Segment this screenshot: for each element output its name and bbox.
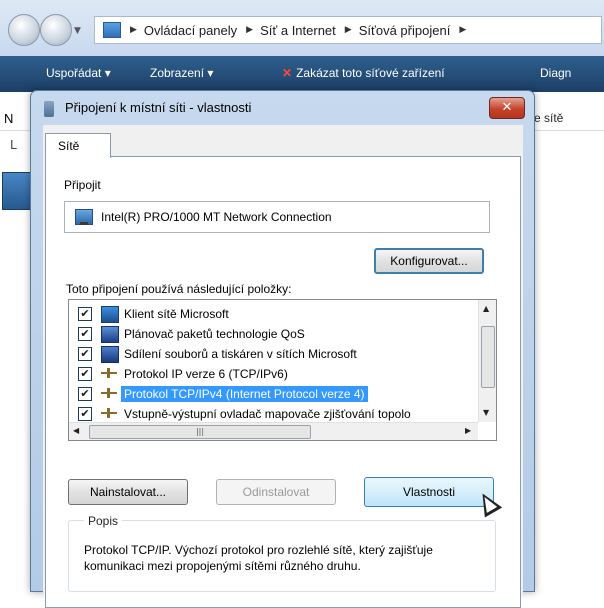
disable-device-button[interactable]: ✕ Zakázat toto síťové zařízení — [282, 66, 445, 80]
list-item[interactable]: ✔ Vstupně-výstupní ovladač mapovače zjiš… — [69, 404, 478, 424]
connection-item-icon[interactable] — [2, 172, 32, 210]
list-item[interactable]: ✔ Klient sítě Microsoft — [69, 304, 478, 324]
horizontal-scrollbar[interactable]: ◀ ||| ▶ — [69, 422, 478, 440]
adapter-field: Intel(R) PRO/1000 MT Network Connection — [64, 201, 490, 233]
name-column-header[interactable]: N — [4, 111, 13, 126]
breadcrumb-network-connections[interactable]: Síťová připojení — [359, 23, 451, 38]
checkbox[interactable]: ✔ — [78, 327, 92, 341]
connect-using-label: Připojit — [64, 178, 101, 192]
item-label: Klient sítě Microsoft — [124, 307, 229, 321]
disable-device-label: Zakázat toto síťové zařízení — [296, 66, 445, 80]
file-sharing-icon — [101, 346, 119, 363]
chevron-right-icon: ▶ — [459, 25, 467, 35]
recent-pages-dropdown-icon[interactable]: ▼ — [74, 26, 81, 36]
description-title: Popis — [84, 514, 123, 528]
item-label: Protokol IP verze 6 (TCP/IPv6) — [124, 367, 288, 381]
configure-button[interactable]: Konfigurovat... — [374, 248, 484, 274]
description-text: Protokol TCP/IP. Výchozí protokol pro ro… — [84, 543, 433, 573]
item-label: Sdílení souborů a tiskáren v sítích Micr… — [124, 347, 357, 361]
item-label: Plánovač paketů technologie QoS — [124, 327, 305, 341]
group-header-fragment: L — [10, 138, 17, 152]
list-item[interactable]: ✔ Sdílení souborů a tiskáren v sítích Mi… — [69, 344, 478, 364]
forward-button[interactable] — [40, 14, 72, 46]
tab-label: Sítě — [58, 139, 80, 153]
install-button[interactable]: Nainstalovat... — [68, 479, 188, 505]
item-label: Protokol TCP/IPv4 (Internet Protocol ver… — [121, 386, 368, 402]
list-item[interactable]: ✔ Protokol IP verze 6 (TCP/IPv6) — [69, 364, 478, 384]
disable-icon: ✕ — [282, 66, 293, 80]
list-item-selected[interactable]: ✔ Protokol TCP/IPv4 (Internet Protocol v… — [69, 384, 478, 404]
checkbox[interactable]: ✔ — [78, 347, 92, 361]
network-adapter-icon — [44, 101, 54, 117]
command-bar: Uspořádat ▾ Zobrazení ▾ ✕ Zakázat toto sí… — [0, 56, 604, 92]
address-box[interactable]: ▶ Ovládací panely ▶ Síť a Internet ▶ Síť… — [94, 16, 602, 44]
control-panel-icon — [103, 22, 121, 38]
chevron-right-icon: ▶ — [130, 25, 137, 35]
network-card-icon — [75, 209, 93, 225]
checkbox[interactable]: ✔ — [78, 307, 92, 321]
checkbox[interactable]: ✔ — [78, 407, 92, 421]
vertical-scroll-thumb[interactable] — [481, 326, 495, 388]
protocol-icon — [101, 408, 117, 418]
network-column-header[interactable]: e sítě — [534, 111, 563, 125]
checkbox[interactable]: ✔ — [78, 387, 92, 401]
scroll-down-icon[interactable]: ▼ — [483, 408, 489, 417]
scroll-up-icon[interactable]: ▲ — [483, 304, 489, 313]
breadcrumb-control-panel[interactable]: Ovládací panely — [144, 23, 237, 38]
scroll-left-icon[interactable]: ◀ — [73, 426, 79, 435]
dialog-title: Připojení k místní síti - vlastnosti — [65, 100, 252, 115]
views-menu[interactable]: Zobrazení ▾ — [150, 66, 213, 80]
scroll-right-icon[interactable]: ▶ — [465, 426, 471, 435]
horizontal-scroll-thumb[interactable]: ||| — [89, 425, 311, 439]
checkbox[interactable]: ✔ — [78, 367, 92, 381]
adapter-name: Intel(R) PRO/1000 MT Network Connection — [101, 210, 332, 224]
components-list[interactable]: ✔ Klient sítě Microsoft ✔ Plánovač paket… — [68, 299, 497, 441]
back-button[interactable] — [8, 14, 40, 46]
chevron-right-icon: ▶ — [246, 25, 254, 35]
qos-scheduler-icon — [101, 326, 119, 343]
network-client-icon — [101, 306, 119, 323]
close-button[interactable]: ✕ — [489, 97, 525, 119]
protocol-icon — [101, 368, 117, 378]
tab-networking[interactable]: Sítě — [45, 133, 111, 158]
vertical-scrollbar[interactable]: ▲ ▼ — [478, 300, 496, 422]
uninstall-button[interactable]: Odinstalovat — [216, 479, 336, 505]
address-bar-area: ▼ ▶ Ovládací panely ▶ Síť a Internet ▶ S… — [0, 0, 604, 56]
chevron-right-icon: ▶ — [344, 25, 352, 35]
list-item[interactable]: ✔ Plánovač paketů technologie QoS — [69, 324, 478, 344]
breadcrumb-network-internet[interactable]: Síť a Internet — [260, 23, 336, 38]
protocol-icon — [101, 388, 117, 398]
items-label: Toto připojení používá následující polož… — [66, 282, 292, 296]
item-label: Vstupně-výstupní ovladač mapovače zjišťo… — [124, 407, 411, 421]
properties-button[interactable]: Vlastnosti — [364, 477, 494, 507]
organize-menu[interactable]: Uspořádat ▾ — [46, 66, 111, 80]
diagnose-button[interactable]: Diagn — [540, 66, 571, 80]
